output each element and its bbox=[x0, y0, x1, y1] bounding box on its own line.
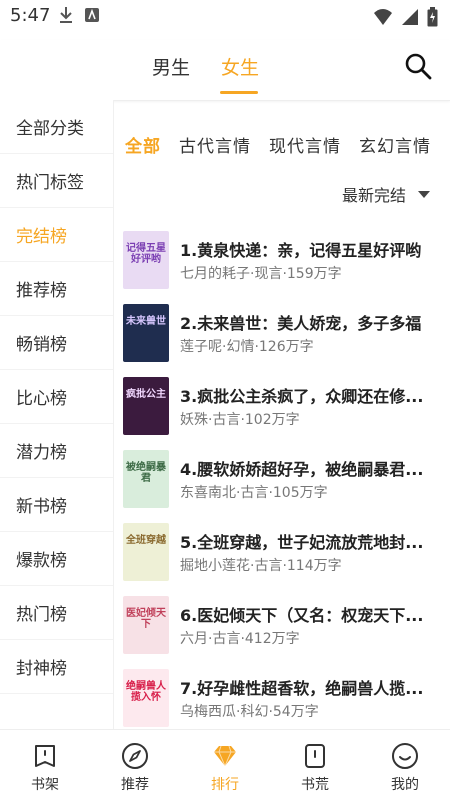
sidebar-item-hot-tags[interactable]: 热门标签 bbox=[0, 154, 113, 208]
nav-label: 推荐 bbox=[121, 777, 149, 793]
bookshelf-icon bbox=[35, 745, 55, 767]
book-meta: 乌梅西瓜·科幻·54万字 bbox=[180, 704, 319, 720]
cover-title: 未来兽世 bbox=[126, 316, 166, 327]
book-item[interactable]: 医妃倾天下 6.医妃倾天下（又名：权宠天下... 六月·古言·412万字 bbox=[123, 596, 450, 670]
book-title: 7.好孕雌性超香软，绝嗣兽人揽... bbox=[180, 679, 424, 698]
book-item[interactable]: 疯批公主 3.疯批公主杀疯了，众卿还在修... 妖殊·古言·102万字 bbox=[123, 377, 450, 451]
book-item[interactable]: 绝嗣兽人揽入怀 7.好孕雌性超香软，绝嗣兽人揽... 乌梅西瓜·科幻·54万字 bbox=[123, 669, 450, 730]
nav-label: 书荒 bbox=[301, 777, 329, 793]
sidebar-item-bestseller[interactable]: 畅销榜 bbox=[0, 316, 113, 370]
book-title: 3.疯批公主杀疯了，众卿还在修... bbox=[180, 387, 424, 406]
nav-ranking[interactable]: 排行 bbox=[180, 730, 270, 800]
nav-label: 排行 bbox=[211, 777, 239, 793]
sidebar-item-viral[interactable]: 爆款榜 bbox=[0, 532, 113, 586]
book-item[interactable]: 全班穿越 5.全班穿越，世子妃流放荒地封... 掘地小莲花·古言·114万字 bbox=[123, 523, 450, 597]
sort-dropdown[interactable]: 最新完结 bbox=[342, 182, 430, 206]
book-item[interactable]: 被绝嗣暴君 4.腰软娇娇超好孕，被绝嗣暴君... 东喜南北·古言·105万字 bbox=[123, 450, 450, 524]
book-meta: 掘地小莲花·古言·114万字 bbox=[180, 558, 342, 574]
sidebar-item-recommended[interactable]: 推荐榜 bbox=[0, 262, 113, 316]
category-tab-ancient-romance[interactable]: 古代言情 bbox=[179, 132, 251, 157]
compass-icon bbox=[122, 743, 148, 769]
nav-recommend[interactable]: 推荐 bbox=[90, 730, 180, 800]
sort-label: 最新完结 bbox=[341, 186, 406, 205]
book-title: 1.黄泉快递：亲，记得五星好评哟 bbox=[180, 241, 422, 260]
book-title: 2.未来兽世：美人娇宠，多子多福 bbox=[180, 314, 422, 333]
system-icons bbox=[373, 7, 438, 27]
category-tab-fantasy-romance[interactable]: 玄幻言情 bbox=[359, 132, 431, 157]
nav-book-shortage[interactable]: 书荒 bbox=[270, 730, 360, 800]
sidebar-item-potential[interactable]: 潜力榜 bbox=[0, 424, 113, 478]
book-cover: 被绝嗣暴君 bbox=[123, 450, 169, 508]
active-tab-indicator bbox=[220, 91, 258, 94]
nav-profile[interactable]: 我的 bbox=[360, 730, 450, 800]
sidebar-item-new-books[interactable]: 新书榜 bbox=[0, 478, 113, 532]
notification-icons bbox=[58, 6, 100, 24]
download-icon bbox=[60, 7, 72, 23]
book-cover: 全班穿越 bbox=[123, 523, 169, 581]
cover-title: 绝嗣兽人揽入怀 bbox=[126, 681, 166, 703]
cover-title: 记得五星好评哟 bbox=[126, 243, 166, 265]
smile-icon bbox=[392, 743, 418, 769]
book-meta: 六月·古言·412万字 bbox=[180, 631, 300, 647]
sidebar-item-all-categories[interactable]: 全部分类 bbox=[0, 100, 113, 154]
book-title: 6.医妃倾天下（又名：权宠天下... bbox=[180, 606, 424, 625]
book-title: 5.全班穿越，世子妃流放荒地封... bbox=[180, 533, 424, 552]
wifi-icon bbox=[374, 9, 392, 25]
book-meta: 东喜南北·古言·105万字 bbox=[180, 485, 328, 501]
cover-title: 医妃倾天下 bbox=[126, 608, 166, 630]
book-cover: 疯批公主 bbox=[123, 377, 169, 435]
book-alert-icon bbox=[305, 744, 325, 768]
nav-label: 我的 bbox=[391, 777, 419, 793]
ranking-content: 全部 古代言情 现代言情 玄幻言情 最新完结 记得五星好评哟 1.黄泉快递：亲，记得五… bbox=[113, 100, 450, 730]
book-meta: 妖殊·古言·102万字 bbox=[180, 412, 300, 428]
book-cover: 医妃倾天下 bbox=[123, 596, 169, 654]
nav-label: 书架 bbox=[31, 777, 59, 793]
nav-bookshelf[interactable]: 书架 bbox=[0, 730, 90, 800]
top-nav: 男生 女生 bbox=[0, 40, 450, 101]
tab-female[interactable]: 女生 bbox=[221, 53, 259, 80]
ranking-sidebar: 全部分类 热门标签 完结榜 推荐榜 畅销榜 比心榜 潜力榜 新书榜 爆款榜 热门… bbox=[0, 100, 114, 730]
signal-icon bbox=[402, 9, 418, 25]
status-time: 5:47 bbox=[10, 5, 51, 26]
book-cover: 记得五星好评哟 bbox=[123, 231, 169, 289]
sidebar-item-heart[interactable]: 比心榜 bbox=[0, 370, 113, 424]
diamond-icon bbox=[214, 745, 236, 768]
category-tabs: 全部 古代言情 现代言情 玄幻言情 bbox=[125, 132, 449, 157]
app-notification-icon bbox=[85, 8, 99, 22]
book-cover: 未来兽世 bbox=[123, 304, 169, 362]
category-tab-all[interactable]: 全部 bbox=[125, 132, 161, 157]
category-tab-modern-romance[interactable]: 现代言情 bbox=[269, 132, 341, 157]
sidebar-item-legendary[interactable]: 封神榜 bbox=[0, 640, 113, 694]
cover-title: 全班穿越 bbox=[126, 535, 166, 546]
book-item[interactable]: 未来兽世 2.未来兽世：美人娇宠，多子多福 莲子呢·幻情·126万字 bbox=[123, 304, 450, 378]
cover-title: 被绝嗣暴君 bbox=[126, 462, 166, 484]
caret-down-icon bbox=[418, 190, 430, 198]
search-icon[interactable] bbox=[404, 52, 432, 80]
battery-icon bbox=[427, 7, 438, 27]
sidebar-item-completed[interactable]: 完结榜 bbox=[0, 208, 113, 262]
cover-title: 疯批公主 bbox=[126, 389, 166, 400]
book-meta: 七月的耗子·现言·159万字 bbox=[180, 266, 342, 282]
book-meta: 莲子呢·幻情·126万字 bbox=[180, 339, 314, 355]
bottom-nav: 书架 推荐 排行 书荒 我的 bbox=[0, 729, 450, 800]
book-title: 4.腰软娇娇超好孕，被绝嗣暴君... bbox=[180, 460, 424, 479]
book-cover: 绝嗣兽人揽入怀 bbox=[123, 669, 169, 727]
sidebar-item-popular[interactable]: 热门榜 bbox=[0, 586, 113, 640]
tab-male[interactable]: 男生 bbox=[152, 53, 190, 80]
status-bar: 5:47 bbox=[0, 0, 450, 32]
book-item[interactable]: 记得五星好评哟 1.黄泉快递：亲，记得五星好评哟 七月的耗子·现言·159万字 bbox=[123, 231, 450, 305]
